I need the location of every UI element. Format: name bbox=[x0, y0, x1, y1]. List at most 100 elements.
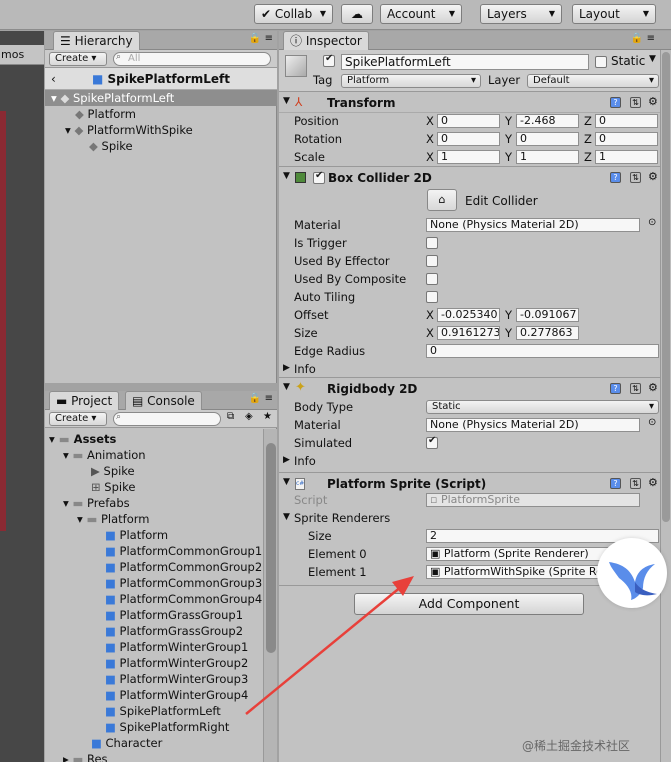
size-y-field[interactable]: 0.277863 bbox=[516, 326, 579, 340]
hierarchy-item[interactable]: ▾ ◆ PlatformWithSpike bbox=[65, 122, 193, 138]
folder-item[interactable]: ▸ ▬ Res bbox=[63, 751, 108, 762]
position-y-field[interactable]: -2.468 bbox=[516, 114, 579, 128]
folder-item[interactable]: ▾ ▬ Prefabs bbox=[63, 495, 130, 511]
help-icon[interactable]: ? bbox=[610, 172, 621, 183]
help-icon[interactable]: ? bbox=[610, 478, 621, 489]
prefab-item[interactable]: ■ PlatformWinterGroup4 bbox=[105, 687, 248, 703]
prefab-item[interactable]: ■ Character bbox=[91, 735, 162, 751]
prefab-item[interactable]: ■ SpikePlatformRight bbox=[105, 719, 229, 735]
component-header[interactable]: ▼ ⅄ Transform ? ⇅ ⚙ bbox=[279, 93, 671, 113]
asset-item[interactable]: ⊞ Spike bbox=[91, 479, 135, 495]
preset-icon[interactable]: ⇅ bbox=[630, 172, 641, 183]
prefab-item[interactable]: ■ PlatformWinterGroup2 bbox=[105, 655, 248, 671]
tab-inspector[interactable]: ⓘ Inspector bbox=[283, 31, 369, 50]
asset-item[interactable]: ▶ Spike bbox=[91, 463, 135, 479]
inspector-scrollbar[interactable] bbox=[660, 50, 671, 762]
folder-item[interactable]: ▾ ▬ Animation bbox=[63, 447, 146, 463]
cloud-button[interactable]: ☁ bbox=[341, 4, 373, 24]
gear-icon[interactable]: ⚙ bbox=[648, 95, 658, 108]
prefab-item[interactable]: ■ PlatformCommonGroup2 bbox=[105, 559, 262, 575]
is-trigger-checkbox[interactable] bbox=[426, 237, 438, 249]
static-dropdown-arrow-icon[interactable]: ▼ bbox=[649, 54, 656, 64]
account-button[interactable]: Account ▼ bbox=[380, 4, 462, 24]
hierarchy-search-input[interactable]: All bbox=[113, 52, 271, 66]
back-arrow-icon[interactable]: ‹ bbox=[51, 68, 56, 90]
scrollbar-thumb[interactable] bbox=[266, 443, 276, 653]
foldout-arrow-icon[interactable]: ▼ bbox=[283, 477, 290, 487]
project-scrollbar[interactable] bbox=[263, 429, 277, 762]
project-search-input[interactable] bbox=[113, 412, 221, 426]
auto-tiling-checkbox[interactable] bbox=[426, 291, 438, 303]
used-by-effector-checkbox[interactable] bbox=[426, 255, 438, 267]
prefab-item[interactable]: ■ SpikePlatformLeft bbox=[105, 703, 221, 719]
folder-item[interactable]: ▾ ▬ Platform bbox=[77, 511, 149, 527]
prefab-item[interactable]: ■ PlatformCommonGroup3 bbox=[105, 575, 262, 591]
prefab-item[interactable]: ■ Platform bbox=[105, 527, 168, 543]
layers-button[interactable]: Layers ▼ bbox=[480, 4, 562, 24]
hierarchy-item[interactable]: ◆ Platform bbox=[75, 106, 136, 122]
prefab-item[interactable]: ■ PlatformGrassGroup1 bbox=[105, 607, 243, 623]
rotation-x-field[interactable]: 0 bbox=[437, 132, 500, 146]
hierarchy-item-selected[interactable]: ▾ ◆ SpikePlatformLeft bbox=[45, 90, 277, 106]
object-picker-icon[interactable]: ⊙ bbox=[648, 417, 656, 428]
scale-y-field[interactable]: 1 bbox=[516, 150, 579, 164]
collab-button[interactable]: ✔ Collab ▼ bbox=[254, 4, 333, 24]
object-picker-icon[interactable]: ⊙ bbox=[648, 217, 656, 228]
preset-icon[interactable]: ⇅ bbox=[630, 383, 641, 394]
component-header[interactable]: ▼ ✦ Rigidbody 2D ? ⇅ ⚙ bbox=[279, 379, 671, 399]
scene-view-fragment[interactable]: mos bbox=[0, 31, 44, 762]
create-dropdown[interactable]: Create ▾ bbox=[49, 412, 107, 426]
info-foldout[interactable]: Info bbox=[294, 453, 316, 469]
lock-icon[interactable]: 🔒 bbox=[631, 33, 643, 44]
layer-dropdown[interactable]: Default ▾ bbox=[527, 74, 659, 88]
size-x-field[interactable]: 0.9161273 bbox=[437, 326, 500, 340]
panel-menu-icon[interactable]: ≡ bbox=[647, 33, 655, 44]
gear-icon[interactable]: ⚙ bbox=[648, 476, 658, 489]
component-header[interactable]: ▼ c# Platform Sprite (Script) ? ⇅ ⚙ bbox=[279, 474, 671, 494]
foldout-arrow-icon[interactable]: ▶ bbox=[283, 363, 290, 373]
material-field[interactable]: None (Physics Material 2D) bbox=[426, 218, 640, 232]
favorite-icon[interactable]: ★ bbox=[263, 411, 272, 422]
info-foldout[interactable]: Info bbox=[294, 361, 316, 377]
foldout-arrow-icon[interactable]: ▼ bbox=[283, 512, 290, 522]
static-checkbox[interactable] bbox=[595, 56, 607, 68]
position-z-field[interactable]: 0 bbox=[595, 114, 658, 128]
gear-icon[interactable]: ⚙ bbox=[648, 381, 658, 394]
edit-collider-button[interactable]: ⌂ bbox=[427, 189, 457, 211]
object-name-field[interactable]: SpikePlatformLeft bbox=[341, 54, 589, 70]
used-by-composite-checkbox[interactable] bbox=[426, 273, 438, 285]
position-x-field[interactable]: 0 bbox=[437, 114, 500, 128]
scale-x-field[interactable]: 1 bbox=[437, 150, 500, 164]
panel-menu-icon[interactable]: ≡ bbox=[265, 393, 273, 404]
scale-z-field[interactable]: 1 bbox=[595, 150, 658, 164]
gear-icon[interactable]: ⚙ bbox=[648, 170, 658, 183]
rotation-z-field[interactable]: 0 bbox=[595, 132, 658, 146]
folder-item[interactable]: ▾ ▬ Assets bbox=[49, 431, 116, 447]
body-type-dropdown[interactable]: Static ▾ bbox=[426, 400, 659, 414]
tag-dropdown[interactable]: Platform ▾ bbox=[341, 74, 481, 88]
tab-console[interactable]: ▤ Console bbox=[125, 391, 202, 410]
material-field[interactable]: None (Physics Material 2D) bbox=[426, 418, 640, 432]
edge-radius-field[interactable]: 0 bbox=[426, 344, 659, 358]
preset-icon[interactable]: ⇅ bbox=[630, 97, 641, 108]
component-enabled-checkbox[interactable] bbox=[313, 170, 325, 184]
prefab-item[interactable]: ■ PlatformCommonGroup4 bbox=[105, 591, 262, 607]
filter-type-icon[interactable]: ⧉ bbox=[227, 411, 234, 422]
foldout-arrow-icon[interactable]: ▼ bbox=[283, 96, 290, 106]
tab-hierarchy[interactable]: ☰ Hierarchy bbox=[53, 31, 140, 50]
add-component-button[interactable]: Add Component bbox=[354, 593, 584, 615]
foldout-arrow-icon[interactable]: ▶ bbox=[283, 455, 290, 465]
active-checkbox[interactable] bbox=[323, 53, 335, 67]
prefab-item[interactable]: ■ PlatformGrassGroup2 bbox=[105, 623, 243, 639]
offset-y-field[interactable]: -0.091067 bbox=[516, 308, 579, 322]
offset-x-field[interactable]: -0.025340 bbox=[437, 308, 500, 322]
component-header[interactable]: ▼ Box Collider 2D ? ⇅ ⚙ bbox=[279, 168, 671, 188]
prefab-item[interactable]: ■ PlatformCommonGroup1 bbox=[105, 543, 262, 559]
foldout-arrow-icon[interactable]: ▼ bbox=[283, 171, 290, 181]
lock-icon[interactable]: 🔒 bbox=[249, 393, 261, 404]
hierarchy-item[interactable]: ◆ Spike bbox=[89, 138, 133, 154]
filter-label-icon[interactable]: ◈ bbox=[245, 411, 253, 422]
panel-menu-icon[interactable]: ≡ bbox=[265, 33, 273, 44]
tab-project[interactable]: ▬ Project bbox=[49, 391, 120, 410]
create-dropdown[interactable]: Create ▾ bbox=[49, 52, 107, 66]
